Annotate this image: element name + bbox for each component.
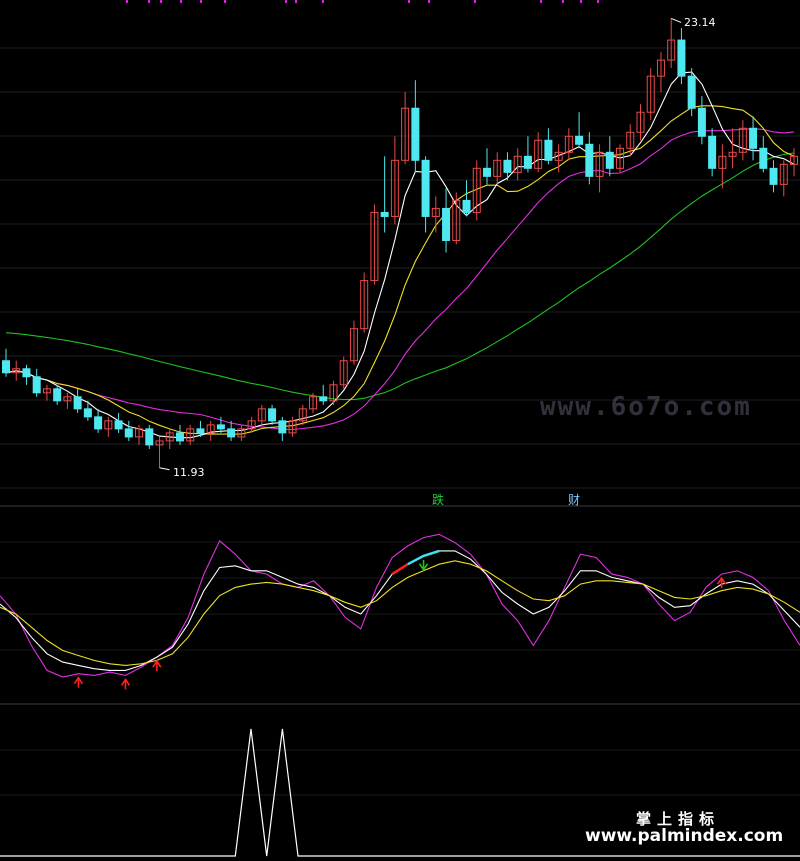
- candle-body: [759, 147, 768, 169]
- oscillator-panel: [0, 533, 800, 690]
- moving-average-lines: [5, 71, 795, 439]
- candle-body: [482, 167, 491, 177]
- top-tick: [160, 0, 162, 3]
- candle-body: [319, 396, 328, 402]
- candle-body: [2, 360, 10, 374]
- top-tick: [224, 0, 226, 3]
- candle-body: [585, 143, 594, 177]
- candle-body: [268, 408, 277, 422]
- candle-body: [544, 139, 553, 161]
- candle-body: [32, 376, 41, 394]
- sell-arrow: [418, 559, 429, 572]
- event-label-die: 跌: [432, 492, 444, 507]
- candle-body: [145, 428, 154, 446]
- oscillator-line-0: [0, 533, 800, 678]
- candle-body: [462, 199, 471, 213]
- top-tick: [200, 0, 202, 3]
- candle-body: [83, 408, 92, 418]
- event-label-cai: 财: [568, 493, 580, 507]
- top-tick: [180, 0, 182, 3]
- top-tick: [322, 0, 324, 3]
- top-tick: [540, 0, 542, 3]
- top-tick: [285, 0, 287, 3]
- ma-mid-line: [5, 105, 795, 435]
- candle-body: [575, 135, 584, 145]
- candle-body: [523, 155, 532, 169]
- candle-body: [421, 159, 430, 217]
- buy-arrow: [120, 677, 131, 690]
- candle-body: [94, 416, 103, 430]
- candle-body: [114, 420, 123, 430]
- candle-body: [503, 159, 512, 173]
- top-tick: [474, 0, 476, 3]
- buy-arrow: [152, 659, 162, 672]
- top-tick: [580, 0, 582, 3]
- candle-body: [697, 107, 706, 137]
- candle-body: [53, 388, 62, 402]
- candle-body: [73, 396, 82, 410]
- candle-body: [749, 127, 758, 149]
- candle-body: [216, 424, 225, 430]
- candle-body: [22, 368, 31, 378]
- low-price-label: 11.93: [173, 466, 205, 479]
- candle-body: [278, 420, 287, 434]
- top-tick: [408, 0, 410, 3]
- watermark-6o7o: www.6o7o.com: [540, 392, 752, 422]
- candle-body: [227, 428, 236, 438]
- ma-slow-line: [5, 128, 795, 431]
- top-tick: [428, 0, 430, 3]
- candle-body: [677, 39, 686, 77]
- buy-arrow: [73, 676, 84, 688]
- low-marker: [159, 467, 170, 471]
- buy-arrow: [716, 576, 727, 589]
- candle-body: [708, 135, 717, 169]
- candle-body: [175, 432, 184, 442]
- top-tick: [295, 0, 297, 3]
- high-marker: [671, 17, 682, 23]
- top-tick: [597, 0, 599, 3]
- ma-fast-line: [5, 71, 795, 439]
- stock-chart: 23.14 11.93 跌 财: [0, 0, 800, 857]
- candle-body: [196, 428, 205, 434]
- top-tick: [148, 0, 150, 3]
- candle-body: [605, 151, 614, 169]
- candle-body: [380, 211, 389, 217]
- top-tick: [562, 0, 564, 3]
- candle-body: [442, 207, 451, 241]
- candle-body: [769, 167, 778, 185]
- candle-body: [411, 107, 420, 161]
- oscillator-peak-red: [391, 563, 409, 576]
- high-price-label: 23.14: [684, 16, 716, 29]
- watermark-palmindex: www.palmindex.com: [585, 826, 784, 846]
- candle-body: [124, 428, 133, 438]
- top-tick-marks: [126, 0, 599, 3]
- candle-body: [687, 75, 696, 109]
- top-tick: [126, 0, 128, 3]
